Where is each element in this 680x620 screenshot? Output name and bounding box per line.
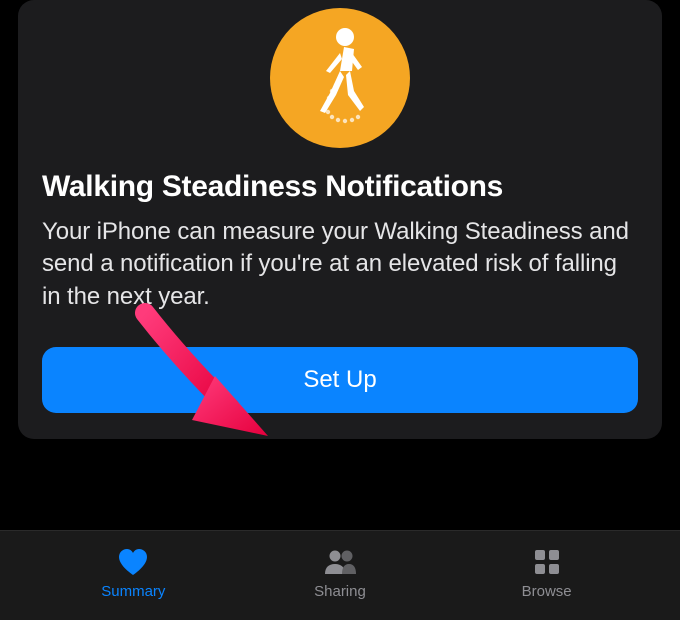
card-description: Your iPhone can measure your Walking Ste… [42,216,638,313]
tab-sharing[interactable]: Sharing [290,546,390,600]
walking-steadiness-card: Walking Steadiness Notifications Your iP… [18,0,662,439]
tab-summary[interactable]: Summary [83,546,183,600]
people-icon [322,546,358,578]
walking-steadiness-icon [270,8,410,148]
tab-browse[interactable]: Browse [497,546,597,600]
grid-icon [529,546,565,578]
tab-summary-label: Summary [101,583,165,600]
heart-icon [115,546,151,578]
setup-button[interactable]: Set Up [42,347,638,413]
tab-sharing-label: Sharing [314,583,366,600]
tab-browse-label: Browse [522,583,572,600]
walking-person-icon [290,23,390,133]
tab-bar: Summary Sharing Browse [0,530,680,620]
card-title: Walking Steadiness Notifications [42,170,503,204]
